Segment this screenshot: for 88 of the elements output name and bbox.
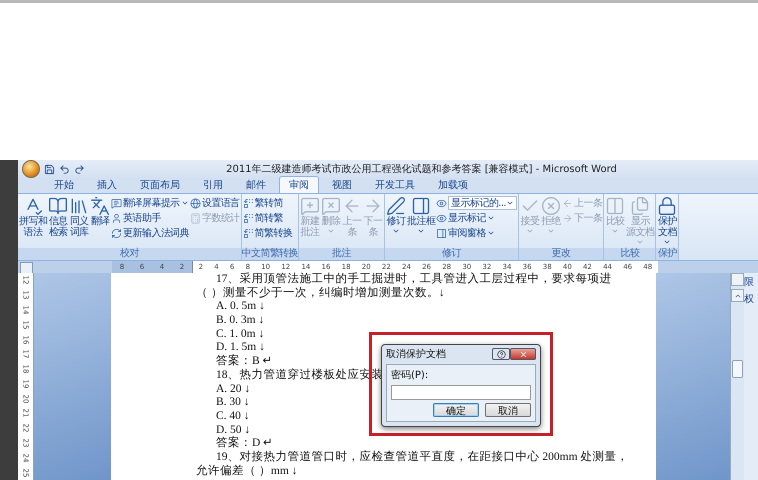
convert-icon — [242, 212, 254, 224]
document-text: D. 1. 5m ↓ — [216, 341, 265, 354]
ribbon-tab[interactable]: 加载项 — [428, 176, 478, 193]
pane-icon — [436, 228, 448, 238]
ribbon-button[interactable]: 更新输入法词典 — [111, 226, 190, 240]
globe-icon — [190, 198, 202, 208]
ribbon-button[interactable]: 拼写和 语法 — [19, 196, 48, 248]
convert-icon — [242, 228, 254, 238]
group-label: 比较 — [604, 248, 656, 260]
document-text: 允许偏差（ ）mm ↓ — [196, 464, 298, 477]
document-text: 答案：B ↵ — [216, 355, 273, 368]
previous-icon — [562, 198, 573, 208]
dialog-button[interactable]: 取消 — [485, 403, 531, 417]
markup-icon — [436, 212, 448, 224]
translate-icon — [90, 196, 110, 216]
office-button[interactable] — [22, 160, 40, 178]
document-text: B. 30 ↓ — [216, 396, 250, 408]
document-text: 答案：D ↵ — [216, 437, 274, 450]
books-icon — [69, 196, 90, 216]
redo-icon[interactable] — [74, 164, 85, 174]
ribbon-tab[interactable]: 邮件 — [236, 176, 276, 193]
help-icon — [496, 350, 506, 358]
document-text: A. 20 ↓ — [216, 382, 250, 394]
ribbon-button[interactable]: 修订 — [386, 196, 406, 248]
new-comment-icon — [300, 196, 320, 216]
group-label: 更改 — [518, 248, 604, 260]
document-text: （ ）测量不少于一次，纠编时增加测量次数。↓ — [196, 286, 445, 299]
calculator-icon — [190, 212, 202, 224]
ribbon-tab[interactable]: 视图 — [322, 176, 362, 193]
password-field[interactable] — [391, 385, 531, 400]
pen-icon — [386, 196, 406, 216]
scroll-thumb[interactable] — [732, 360, 743, 378]
markup-dropdown[interactable]: 显示标记的... — [448, 196, 517, 210]
ribbon-button[interactable]: 翻译 — [90, 196, 110, 248]
document-text: 17、采用顶管法施工中的手工掘进时，工具管进入工层过程中，要求每项进 — [216, 273, 612, 285]
convert-icon — [242, 198, 254, 208]
ribbon-tab[interactable]: 开发工具 — [365, 176, 425, 193]
compare-icon — [605, 196, 626, 216]
group-label: 中文简繁转换 — [242, 248, 298, 260]
ribbon-tab[interactable]: 插入 — [87, 176, 127, 193]
group-label: 保护 — [656, 248, 678, 260]
documents-icon — [630, 196, 650, 216]
ribbon-button[interactable]: 简转繁 — [242, 211, 292, 225]
ribbon-button[interactable]: 保护 文档 — [657, 196, 678, 248]
document-text: A. 0. 5m ↓ — [216, 300, 265, 312]
ribbon-button[interactable]: 繁转简 — [242, 196, 292, 210]
ribbon-button[interactable]: 英语助手 — [111, 211, 190, 225]
group-label: 修订 — [385, 248, 518, 260]
document-text: C. 1. 0m ↓ — [216, 328, 264, 340]
group-label: 校对 — [18, 248, 241, 260]
lock-icon — [657, 196, 678, 216]
next-icon — [562, 212, 573, 224]
person-icon — [111, 212, 122, 224]
ribbon-button[interactable]: 信息 检索 — [48, 196, 68, 248]
save-icon[interactable] — [44, 164, 55, 174]
dialog-title: 取消保护文档 — [386, 348, 447, 361]
ribbon-button[interactable]: 简繁转换 — [242, 226, 292, 240]
dialog-button[interactable]: 确定 — [433, 403, 479, 417]
reject-icon — [540, 196, 561, 216]
ribbon-button[interactable]: 审阅窗格 — [436, 226, 517, 240]
close-button[interactable] — [510, 348, 536, 360]
dropdown-value: 显示标记的... — [451, 196, 506, 210]
scrollbar[interactable] — [730, 273, 744, 480]
field-label: 密码(P): — [391, 368, 430, 382]
close-icon — [518, 350, 528, 358]
refresh-icon — [111, 228, 122, 238]
ribbon-tab[interactable]: 开始 — [44, 176, 84, 193]
document-text: B. 0. 3m ↓ — [216, 314, 264, 326]
document-text: C. 40 ↓ — [216, 410, 250, 422]
delete-comment-icon — [321, 196, 342, 216]
help-button[interactable] — [492, 348, 510, 360]
document-text: 19、对接热力管道管口时，应检查管道平直度，在距接口中心 200mm 处测量， — [216, 450, 628, 463]
speech-bubble-icon — [111, 198, 122, 208]
ribbon-button[interactable]: 批注框 — [407, 196, 436, 248]
ribbon-tab[interactable]: 页面布局 — [130, 176, 190, 193]
undo-icon[interactable] — [59, 164, 70, 174]
document-text: D. 50 ↓ — [216, 424, 250, 436]
ribbon-tab[interactable]: 审阅 — [279, 176, 319, 193]
window-title: 2011年二级建造师考试市政公用工程强化试题和参考答案 [兼容模式] - Microsoft Word — [225, 162, 618, 176]
group-label: 批注 — [299, 248, 384, 260]
ribbon-button[interactable]: 翻译屏幕提示 — [111, 196, 190, 210]
markup-icon — [436, 198, 448, 208]
ribbon-button[interactable]: 设置语言 — [190, 196, 240, 210]
ribbon-tab[interactable]: 引用 — [193, 176, 233, 193]
panel-text: 权 — [744, 292, 755, 306]
panel-text: 限 — [744, 276, 755, 289]
ribbon-button[interactable]: 显示标记 — [436, 211, 517, 225]
ribbon-button[interactable]: 同义 词库 — [69, 196, 90, 248]
